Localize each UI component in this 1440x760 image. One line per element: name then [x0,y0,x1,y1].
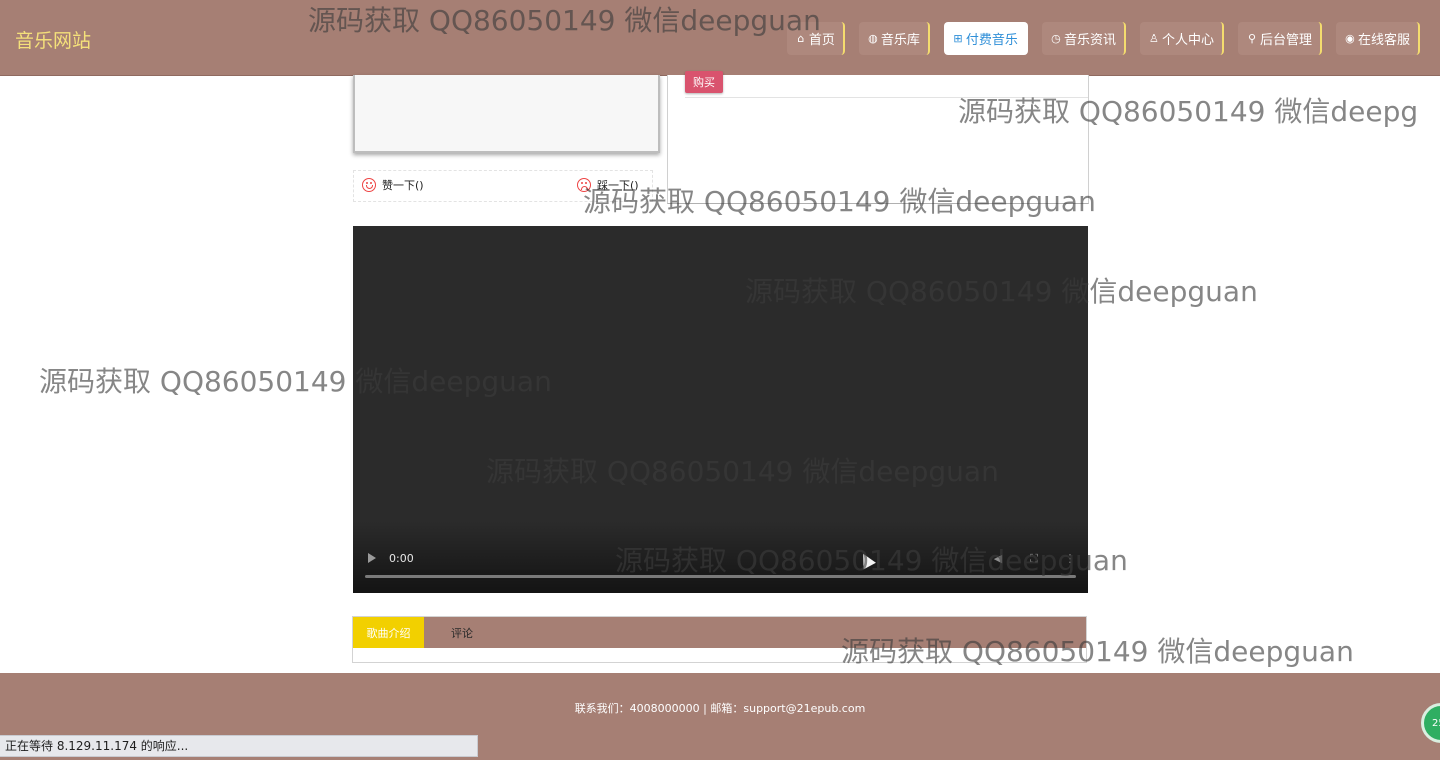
video-progress-bar[interactable] [365,575,1076,578]
video-controls: 0:00 ◀ ⛶ ⋮ [353,521,1088,593]
nav-label: 音乐资讯 [1063,33,1116,48]
nav-music-news[interactable]: ◷ 音乐资讯 [1041,22,1126,55]
tab-song-intro[interactable]: 歌曲介绍 [353,617,424,648]
buy-button[interactable]: 购买 [685,71,723,93]
clock-icon: ◷ [1051,32,1061,45]
volume-icon[interactable]: ◀ [992,553,1004,565]
like-button[interactable]: 赞一下() [362,177,424,193]
nav-admin[interactable]: ⚲ 后台管理 [1237,22,1322,55]
dislike-button[interactable]: 踩一下() [577,177,639,193]
browser-status-bar: 正在等待 8.129.11.174 的响应... [0,735,478,757]
nav-online-service[interactable]: ◉ 在线客服 [1335,22,1420,55]
video-time: 0:00 [389,552,414,565]
site-logo[interactable]: 音乐网站 [15,26,91,53]
song-tabs: 歌曲介绍 评论 [352,616,1087,663]
support-icon: ◉ [1345,32,1355,45]
like-label: 赞一下() [382,179,424,192]
smile-icon [362,178,376,192]
tabs-bar: 歌曲介绍 评论 [353,617,1086,648]
more-options-icon[interactable]: ⋮ [1064,553,1076,565]
top-navbar: 音乐网站 ⌂ 首页 ◍ 音乐库 ⊞ 付费音乐 ◷ 音乐资讯 ♙ 个人中心 ⚲ 后… [0,0,1440,76]
footer-contact: 联系我们：4008000000 | 邮箱：support@21epub.com [574,702,866,715]
nav-paid-music[interactable]: ⊞ 付费音乐 [943,22,1028,55]
nav-music-library[interactable]: ◍ 音乐库 [858,22,930,55]
user-icon: ♙ [1149,32,1159,45]
nav-label: 在线客服 [1357,33,1410,48]
song-info-panel: 购买 [667,71,1089,204]
nav-label: 付费音乐 [965,33,1018,48]
link-icon: ⚲ [1247,32,1256,45]
nav-label: 首页 [808,33,835,48]
grid-icon: ⊞ [953,32,963,45]
tab-comments[interactable]: 评论 [440,617,484,648]
nav-label: 个人中心 [1161,33,1214,48]
main-nav: ⌂ 首页 ◍ 音乐库 ⊞ 付费音乐 ◷ 音乐资讯 ♙ 个人中心 ⚲ 后台管理 ◉… [786,22,1420,55]
song-cover [353,75,660,153]
dislike-label: 踩一下() [597,179,639,192]
disc-icon: ◍ [868,32,878,45]
nav-personal-center[interactable]: ♙ 个人中心 [1139,22,1224,55]
divider [685,97,1088,98]
video-player[interactable]: 0:00 ◀ ⛶ ⋮ [353,226,1088,593]
nav-home[interactable]: ⌂ 首页 [786,22,845,55]
nav-label: 音乐库 [880,33,920,48]
home-icon: ⌂ [797,32,805,45]
vote-row: 赞一下() 踩一下() [353,170,653,202]
frown-icon [577,178,591,192]
nav-label: 后台管理 [1259,33,1312,48]
fullscreen-icon[interactable]: ⛶ [1028,553,1040,565]
play-icon[interactable] [368,553,376,563]
